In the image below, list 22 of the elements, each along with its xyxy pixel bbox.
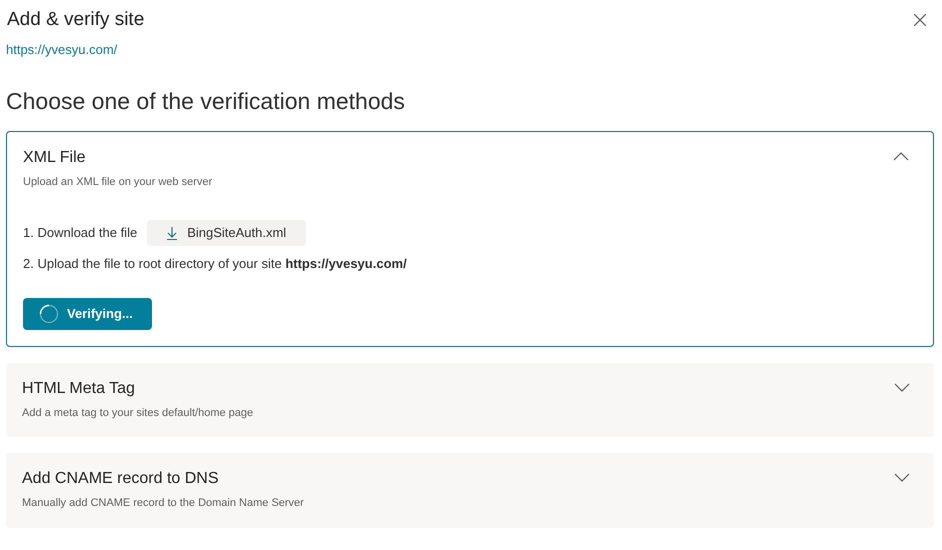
download-icon [167,226,178,240]
download-button[interactable]: BingSiteAuth.xml [147,220,306,246]
method-panel[interactable]: HTML Meta Tag Add a meta tag to your sites default/home page [6,362,934,437]
method-description: Add a meta tag to your sites default/home page [22,406,254,420]
site-link[interactable]: https://yvesyu.com/ [6,40,118,60]
step-text: 1. Download the file [23,224,138,242]
method-panel[interactable]: Add CNAME record to DNS Manually add CNAME record to the Domain Name Server [6,453,934,528]
close-icon[interactable] [914,14,926,26]
method-card[interactable]: XML File Upload an XML file on your web server 1. Download the file BingSiteAuth.xml 2. Upload the file to root directory of your site https://yvesyu.com/ Verifying... [6,130,934,346]
method-title: XML File [23,148,87,168]
method-description: Manually add CNAME record to the Domain Name Server [22,496,304,511]
method-title: Add CNAME record to DNS [22,469,220,489]
spinner-icon [39,304,59,324]
method-description: Upload an XML file on your web server [23,174,212,190]
step-text: 2. Upload the file to root directory of your site https://yvesyu.com/ [23,255,408,273]
chevron-up-icon[interactable] [893,152,909,160]
method-title: HTML Meta Tag [22,378,136,398]
section-heading: Choose one of the verification methods [6,86,406,114]
chevron-down-icon[interactable] [894,382,910,392]
chevron-down-icon[interactable] [894,473,910,482]
verify-button[interactable]: Verifying... [23,298,152,330]
dialog-title: Add & verify site [6,8,144,32]
